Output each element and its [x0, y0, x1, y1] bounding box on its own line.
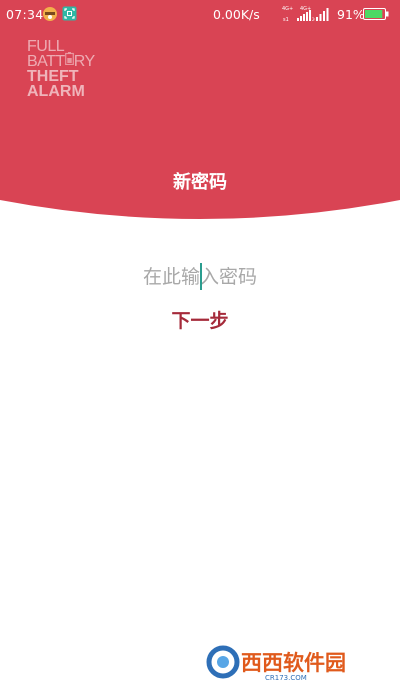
status-time: 07:34 [6, 7, 44, 22]
svg-text:4G+: 4G+ [282, 6, 293, 12]
page-title: 新密码 [173, 172, 227, 193]
logo-line-theft: THEFT [27, 68, 79, 85]
logo-line-full: FULL [27, 38, 65, 55]
watermark-logo: 西西软件园 CR173.COM [205, 640, 385, 682]
battery-glyph-icon [64, 52, 74, 68]
text-cursor [200, 263, 202, 290]
battery-percent: 91% [337, 7, 365, 22]
svg-text:s1: s1 [283, 17, 289, 23]
network-speed: 0.00K/s [213, 7, 260, 22]
wifi-signal-icon [316, 5, 332, 26]
app-notification-icon [42, 6, 58, 22]
app-logo: FULL BATT RY THEFT ALARM [27, 38, 95, 100]
scan-icon [62, 6, 77, 21]
screen: 07:34 0.00K/s 4G+ s1 4G+ 2 91% FULL BATT… [0, 0, 400, 691]
status-bar: 07:34 0.00K/s 4G+ s1 4G+ 2 91% [0, 0, 400, 28]
svg-text:CR173.COM: CR173.COM [265, 674, 307, 682]
next-step-button[interactable]: 下一步 [150, 302, 250, 336]
svg-text:西西软件园: 西西软件园 [241, 651, 346, 675]
signal-icon: 4G+ 2G [297, 5, 318, 26]
battery-icon [363, 8, 389, 23]
svg-text:4G+: 4G+ [300, 6, 311, 12]
signal-icon: 4G+ s1 [282, 5, 296, 26]
logo-line-battery: BATT RY [27, 52, 95, 70]
logo-line-alarm: ALARM [27, 83, 85, 100]
svg-text:2G: 2G [312, 17, 315, 22]
